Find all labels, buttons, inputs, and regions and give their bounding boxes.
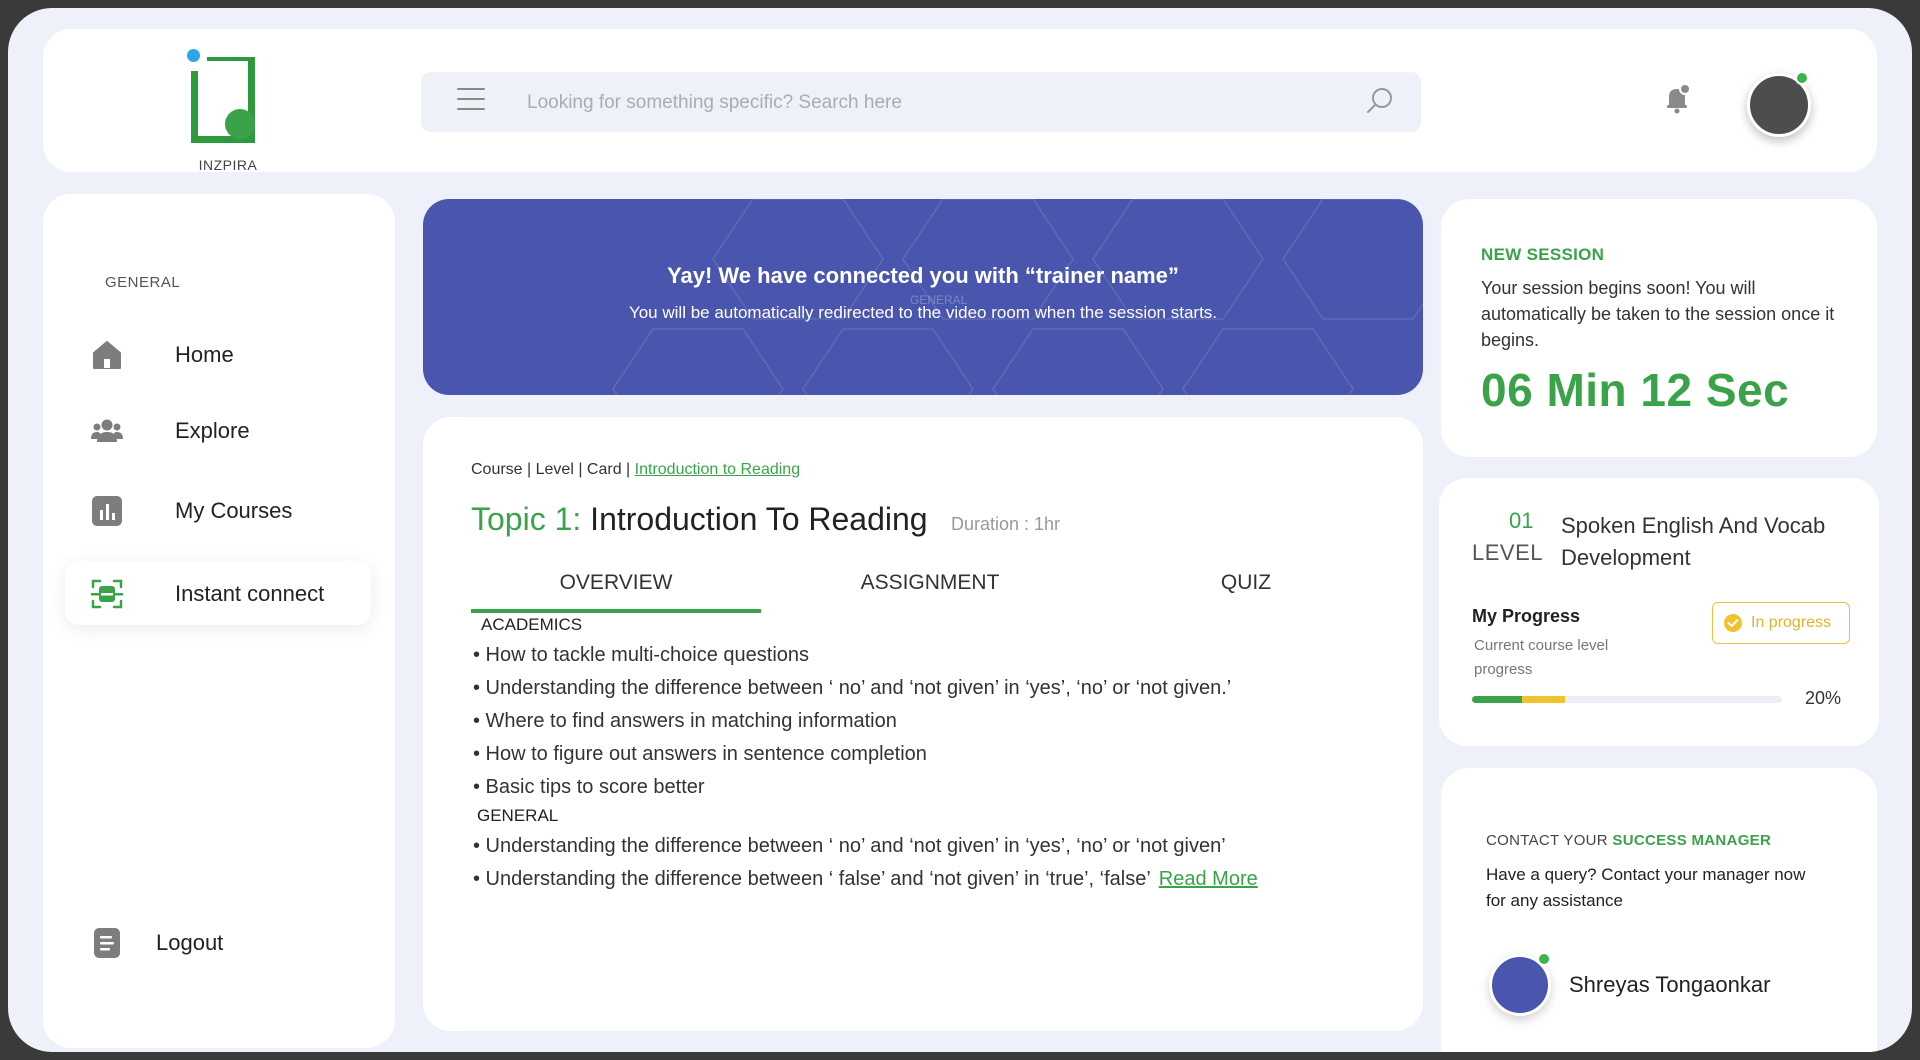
tab-assignment[interactable]: ASSIGNMENT [785,565,1075,613]
search-bar[interactable]: Looking for something specific? Search h… [421,72,1421,132]
progress-bar-completed [1472,696,1522,703]
hamburger-menu-icon[interactable] [457,88,485,114]
connection-banner: Yay! We have connected you with “trainer… [423,199,1423,395]
breadcrumb-prefix: Course | Level | Card | [471,461,635,478]
session-label: NEW SESSION [1481,245,1605,264]
contact-text: Have a query? Contact your manager now f… [1486,865,1806,910]
status-badge-text: In progress [1751,614,1832,631]
page-title: Topic 1: Introduction To Reading [471,501,928,538]
sidebar-item-label: Explore [175,418,250,443]
level-title: Spoken English And Vocab Development [1561,513,1826,570]
sidebar-item-home[interactable]: Home [65,322,371,386]
logout-button[interactable]: Logout [43,910,349,974]
list-item: • Understanding the difference between ‘… [473,835,1226,857]
contact-label-highlight: SUCCESS MANAGER [1612,832,1772,849]
progress-bar-in-progress [1521,696,1565,703]
progress-subtitle: Current course level progress [1474,637,1609,678]
level-number: 01 [1509,508,1534,533]
list-item: • Understanding the difference between ‘… [473,863,1258,896]
search-input[interactable]: Looking for something specific? Search h… [527,92,902,114]
home-icon [93,341,121,369]
section-heading: GENERAL [477,806,559,825]
new-session-card: NEW SESSION Your session begins soon! Yo… [1441,199,1877,457]
contact-label-prefix: CONTACT YOUR [1486,832,1613,849]
contact-manager-card: CONTACT YOUR SUCCESS MANAGER Have a quer… [1441,768,1877,1052]
section-heading: ACADEMICS [481,615,583,634]
search-icon[interactable] [1365,86,1395,116]
top-header: INZPIRA Looking for something specific? … [43,29,1877,173]
sidebar-item-explore[interactable]: Explore [65,398,371,462]
progress-title: My Progress [1472,606,1581,626]
tab-quiz[interactable]: QUIZ [1101,565,1391,613]
sidebar-section-label: GENERAL [105,274,181,291]
course-tabs: OVERVIEW ASSIGNMENT QUIZ [471,565,1371,613]
session-countdown: 06 Min 12 Sec [1481,364,1790,416]
list-item: • How to tackle multi-choice questions [473,644,810,666]
list-item: • Understanding the difference between ‘… [473,677,1232,699]
manager-name[interactable]: Shreyas Tongaonkar [1569,972,1770,998]
status-badge: In progress [1712,602,1850,644]
scan-icon [91,579,123,609]
level-progress-card: 01 LEVEL Spoken English And Vocab Develo… [1439,478,1879,746]
online-status-dot [1795,71,1809,85]
list-item-text: • Understanding the difference between ‘… [473,868,1151,890]
sidebar-item-label: Home [175,342,234,367]
level-word: LEVEL [1472,540,1543,565]
notification-bell-icon[interactable] [1659,80,1695,116]
banner-title: Yay! We have connected you with “trainer… [667,263,1179,288]
banner-subtitle: You will be automatically redirected to … [628,303,1218,322]
sidebar-item-label: My Courses [175,498,293,523]
breadcrumb-current-link[interactable]: Introduction to Reading [635,461,800,478]
logo-text: INZPIRA [198,157,258,173]
topic-title: Introduction To Reading [590,501,928,537]
sidebar-item-my-courses[interactable]: My Courses [65,478,371,542]
topic-duration: Duration : 1hr [951,514,1061,534]
progress-bar [1472,696,1782,703]
contact-label: CONTACT YOUR SUCCESS MANAGER [1486,832,1771,849]
overview-content: ACADEMICS • How to tackle multi-choice q… [473,615,1258,896]
logo-leaf [225,109,255,139]
breadcrumb: Course | Level | Card | Introduction to … [471,461,800,479]
app-frame: INZPIRA Looking for something specific? … [8,8,1912,1052]
topic-number: Topic 1: [471,501,582,537]
inzpira-logo[interactable]: INZPIRA [183,49,273,173]
session-text: Your session begins soon! You will autom… [1481,278,1835,350]
bar-chart-icon [92,496,122,526]
tab-overview[interactable]: OVERVIEW [471,565,761,613]
logout-label: Logout [156,930,224,955]
list-item: • How to figure out answers in sentence … [473,743,927,765]
sidebar: GENERAL Home Explore My Courses Instant … [43,194,395,1048]
progress-percent: 20% [1805,688,1842,708]
check-circle-icon [1724,614,1742,632]
course-card: Course | Level | Card | Introduction to … [423,417,1423,1031]
sidebar-item-label: Instant connect [175,581,325,606]
read-more-link[interactable]: Read More [1159,868,1258,890]
sidebar-item-instant-connect[interactable]: Instant connect [65,561,371,625]
list-item: • Where to find answers in matching info… [473,710,897,732]
manager-online-dot [1537,952,1551,966]
logout-icon [94,928,120,958]
list-item: • Basic tips to score better [473,776,705,798]
users-icon [91,419,123,442]
logo-dot [187,49,200,62]
